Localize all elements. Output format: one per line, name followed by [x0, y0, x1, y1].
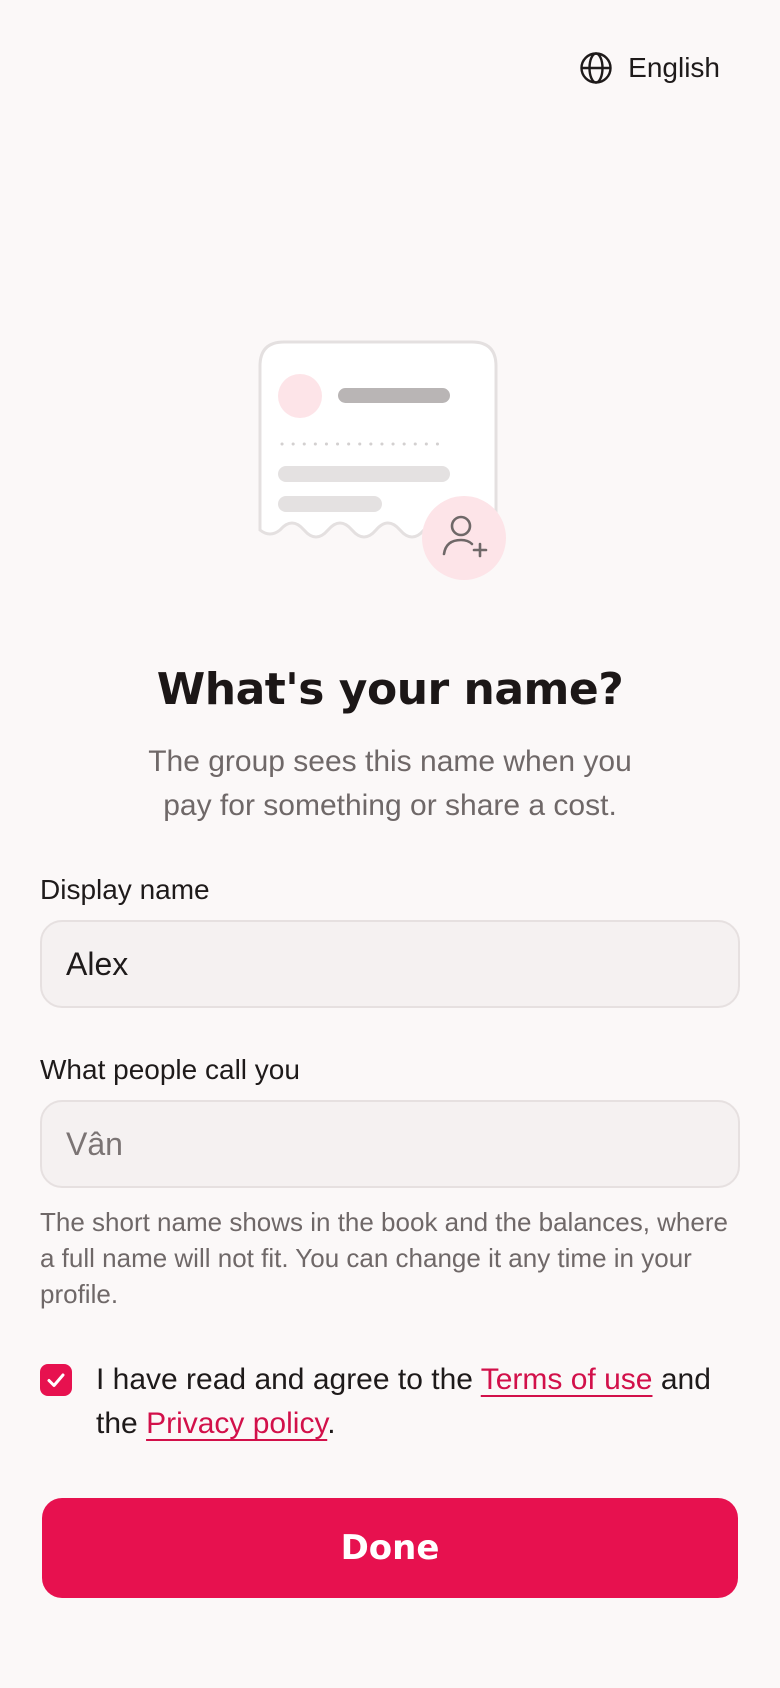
consent-text: I have read and agree to the Terms of us…	[96, 1358, 740, 1446]
page-title: What's your name?	[156, 664, 624, 715]
page-subtitle: The group sees this name when you pay fo…	[148, 745, 632, 822]
nickname-input[interactable]	[40, 1100, 740, 1188]
terms-link[interactable]: Terms of use	[481, 1363, 653, 1396]
nickname-hint: The short name shows in the book and the…	[40, 1207, 728, 1309]
consent-prefix: I have read and agree to the	[96, 1363, 473, 1396]
display-name-input[interactable]	[40, 920, 740, 1008]
checkmark-icon	[40, 1364, 72, 1396]
consent-suffix: .	[327, 1407, 336, 1440]
privacy-link[interactable]: Privacy policy	[146, 1407, 327, 1440]
nickname-label: What people call you	[40, 1054, 300, 1085]
display-name-label: Display name	[40, 874, 210, 905]
terms-checkbox[interactable]	[40, 1364, 72, 1396]
receipt-illustration	[258, 340, 548, 610]
globe-icon	[578, 50, 614, 86]
language-label: English	[628, 52, 720, 83]
language-selector[interactable]: English	[578, 46, 720, 90]
avatar-placeholder	[278, 374, 322, 418]
done-button[interactable]: Done	[42, 1498, 738, 1598]
